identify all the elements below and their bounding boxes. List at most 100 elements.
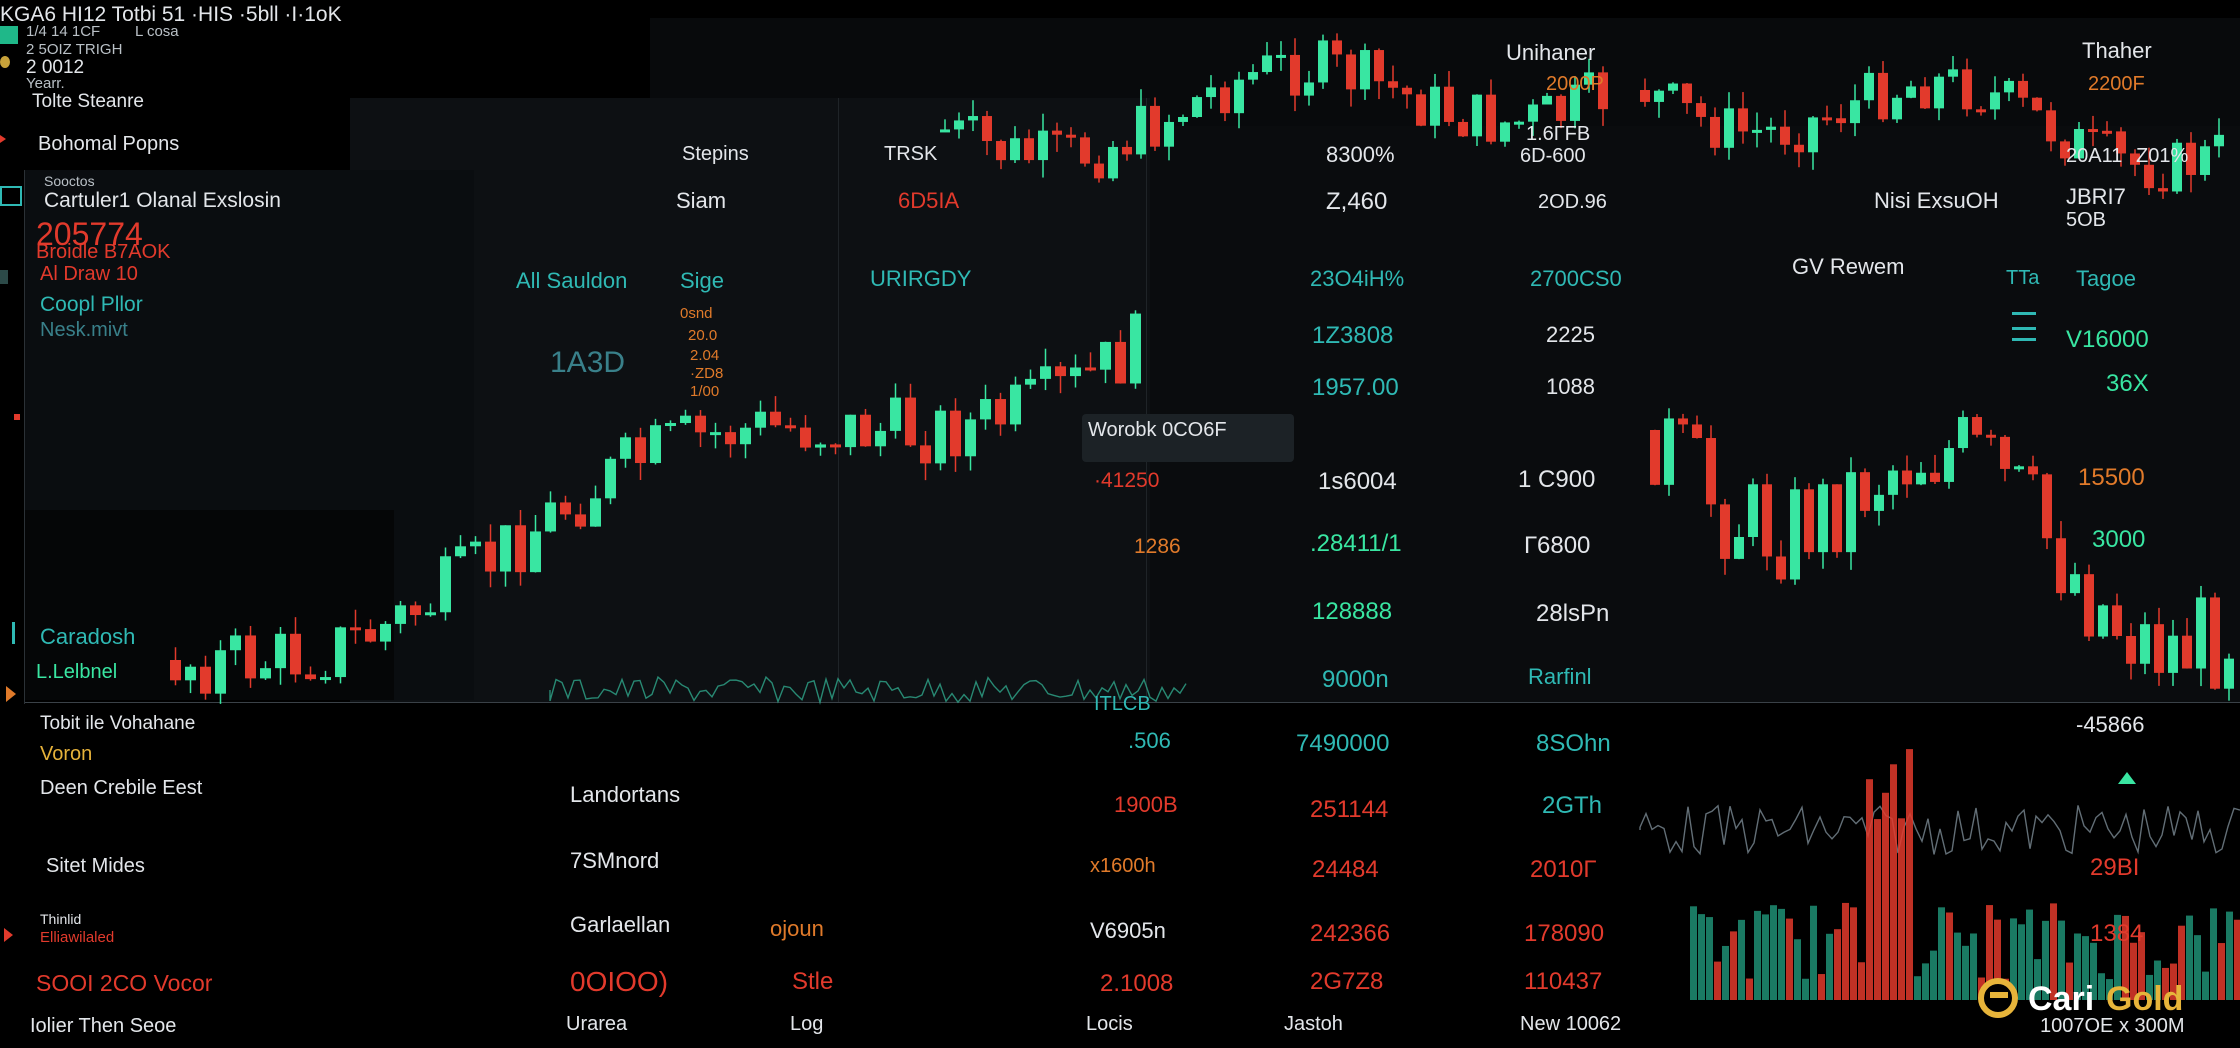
main-chart-candle	[980, 399, 991, 420]
right-value-2: 36X	[2106, 370, 2149, 397]
top-chart-right-candle	[1850, 100, 1860, 124]
play-icon[interactable]	[6, 686, 16, 702]
footer-new[interactable]: New 10062	[1520, 1014, 1621, 1034]
col-c-13: 2010Г	[1530, 856, 1597, 883]
column-header-3[interactable]: URIRGDY	[870, 268, 971, 290]
col-b-11: 251144	[1310, 796, 1389, 823]
right-chart-candle	[1790, 489, 1800, 580]
col-c-5: 2225	[1546, 322, 1595, 347]
volume-bar	[1810, 905, 1817, 1000]
main-chart-candle	[275, 633, 286, 669]
main-chart-candle	[1115, 341, 1126, 384]
right-chart-candle	[2224, 658, 2234, 689]
section-title[interactable]: Cartuler1 Olanal Exslosin	[44, 190, 281, 211]
top-chart-right-candle	[2046, 110, 2056, 142]
volume-bar	[1898, 818, 1905, 1000]
jbr-label: JBRI7	[2066, 184, 2126, 209]
right-chart-candle	[1804, 489, 1814, 553]
main-chart-candle	[965, 419, 976, 457]
ssmoord-label: 7SMnord	[570, 848, 660, 873]
col-c-15: 110437	[1524, 968, 1603, 995]
main-chart-candle	[1100, 341, 1111, 370]
top-chart-right-candle	[1668, 83, 1678, 91]
main-chart-candle	[785, 425, 796, 429]
volume-bar	[1914, 976, 1921, 1000]
main-chart-candle	[215, 650, 226, 694]
top-chart-left-candle	[1094, 163, 1104, 179]
right-chart-candle	[2042, 474, 2052, 539]
col-a-1: ·41250	[1094, 469, 1160, 492]
volume-bar	[1762, 914, 1769, 1000]
top-chart-left-candle	[1486, 94, 1496, 142]
footer-jastoh[interactable]: Jastoh	[1284, 1014, 1343, 1034]
footer-log[interactable]: Log	[790, 1014, 823, 1034]
column-header-2[interactable]: Sige	[680, 270, 724, 292]
main-chart-candle	[680, 415, 691, 424]
column-header-1[interactable]: All Sauldon	[516, 270, 627, 292]
col-c-10: Rarfinl	[1528, 664, 1592, 689]
volume-bar	[1746, 978, 1753, 1000]
main-chart-candle	[515, 525, 526, 573]
col-a-7: V6905n	[1090, 918, 1166, 943]
tagoe-label[interactable]: Tagoe	[2076, 268, 2136, 290]
top-chart-left-candle	[1248, 72, 1258, 80]
main-chart-candle	[635, 437, 646, 464]
right-value-3: 15500	[2078, 464, 2145, 491]
brand-name-a: Cari	[2028, 980, 2095, 1018]
volume-bar	[1970, 933, 1977, 1000]
top-chart-left-candle	[1444, 86, 1454, 122]
top-chart-left-candle	[1388, 81, 1398, 88]
top-chart-right-candle	[1710, 116, 1720, 148]
left-small-3: 2.04	[690, 347, 720, 364]
main-chart-candle	[440, 556, 451, 613]
top-chart-right-candle	[1738, 108, 1748, 132]
col-c-9: 28lsPn	[1536, 600, 1610, 627]
main-chart-candle	[320, 677, 331, 681]
coopl-label[interactable]: Coopl Pllor	[40, 294, 143, 315]
footer-urarea[interactable]: Urarea	[566, 1014, 627, 1034]
volume-bar	[1930, 950, 1937, 1000]
voron-label: Voron	[40, 743, 93, 765]
unihaner-label: Unihaner	[1506, 40, 1596, 65]
top-chart-left-candle	[1304, 82, 1314, 96]
section-icon	[0, 186, 22, 206]
side-mark-icon	[0, 270, 8, 284]
header-sub-4: Yearr.	[26, 75, 65, 92]
brand-logo[interactable]: Cari Gold	[1978, 976, 2240, 1032]
col-b-8: 128888	[1312, 598, 1393, 625]
col-b-10: 7490000	[1296, 730, 1390, 757]
col-c-14: 178090	[1524, 920, 1605, 947]
top-chart-right-candle	[2200, 146, 2210, 175]
popular-heading[interactable]: Bohomal Popns	[38, 134, 179, 154]
stepins-label: Stepins	[682, 143, 749, 165]
list-icon-2[interactable]	[2012, 338, 2036, 344]
volume-bar	[1922, 963, 1929, 1000]
main-chart-candle	[395, 605, 406, 624]
opn-label: ojoun	[770, 916, 824, 941]
footer-locis[interactable]: Locis	[1086, 1014, 1133, 1034]
right-chart-candle	[1846, 472, 1856, 553]
right-chart-candle	[2154, 624, 2164, 673]
chart-logo-icon[interactable]	[0, 26, 18, 44]
col-b-12: 24484	[1312, 856, 1379, 883]
col-b-4: 1Z3808	[1312, 322, 1394, 349]
left-big-code: 1A3D	[550, 346, 626, 379]
col-b-6: 1s6004	[1318, 468, 1397, 495]
col-c-4: 2700CS0	[1530, 266, 1622, 291]
right-chart-candle	[1888, 470, 1898, 495]
top-chart-left-candle	[1010, 138, 1020, 161]
volume-bar	[1866, 779, 1873, 1000]
list-icon[interactable]	[2012, 312, 2036, 330]
bracket-icon	[12, 622, 26, 644]
caradosh-label[interactable]: Caradosh	[40, 626, 135, 648]
top-chart-left-candle	[1346, 54, 1356, 90]
volume-bar	[1818, 974, 1825, 1000]
col-b-9: 9000n	[1322, 666, 1389, 693]
right-value-1: V16000	[2066, 326, 2149, 353]
thaher-label: Thaher	[2082, 38, 2152, 63]
foot-small-2: Elliawilaled	[40, 929, 115, 946]
deen-label: Deen Crebile Eest	[40, 777, 203, 799]
col-a-6: x1600h	[1090, 855, 1156, 877]
top-chart-right-candle	[1696, 103, 1706, 117]
top-chart-right-candle	[1962, 69, 1972, 110]
